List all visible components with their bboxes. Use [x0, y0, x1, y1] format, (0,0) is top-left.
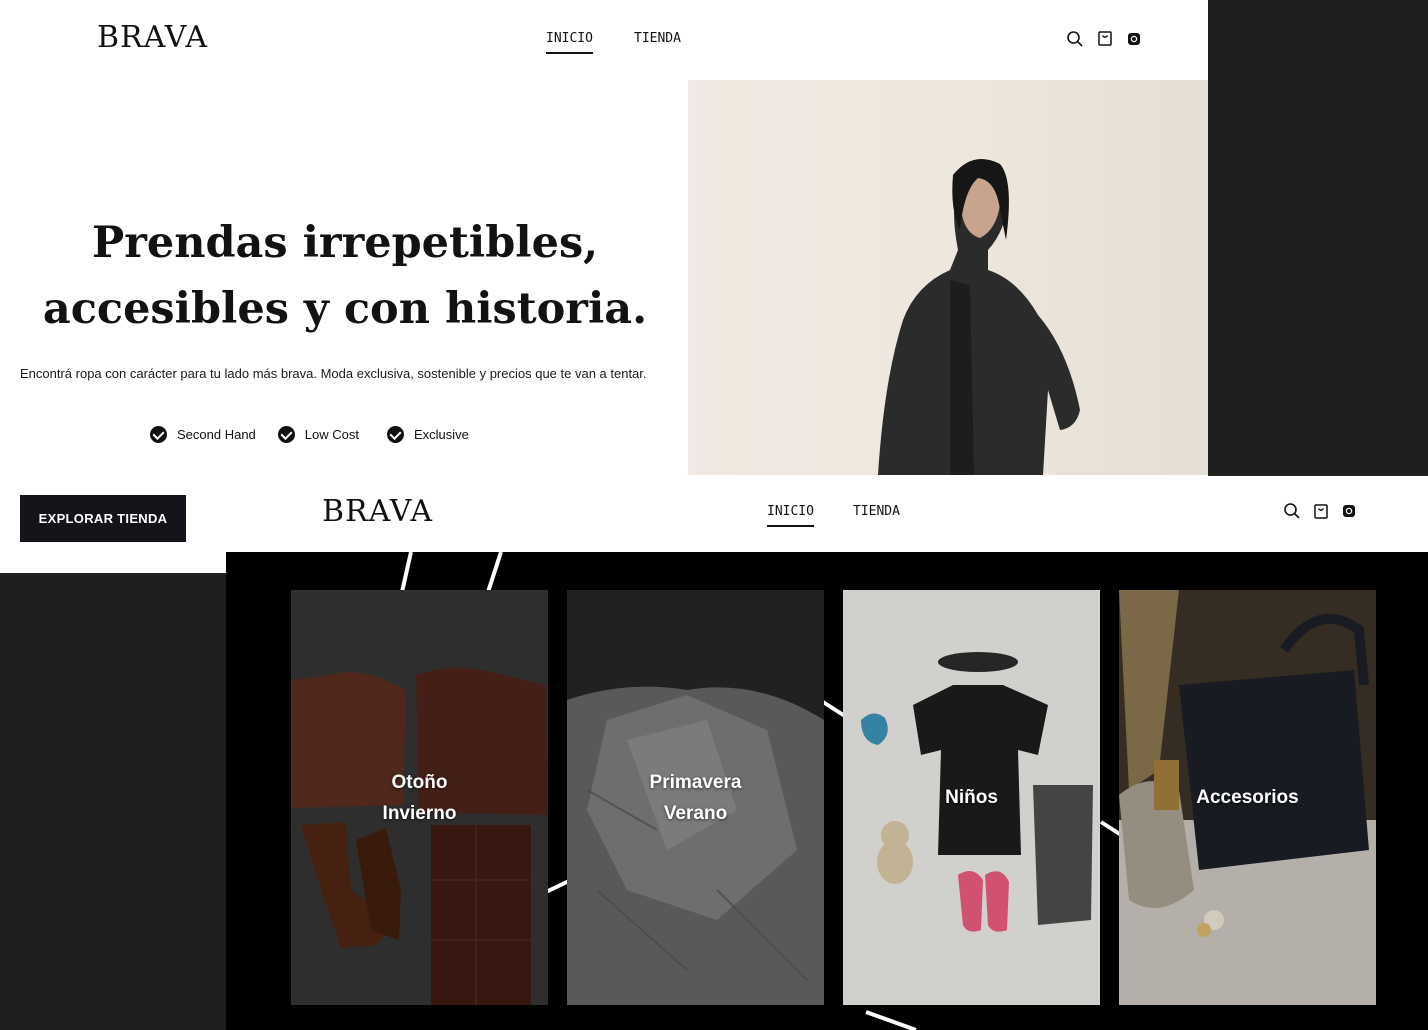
brand-logo[interactable]: BRAVA — [322, 494, 433, 529]
cart-icon[interactable] — [1096, 29, 1114, 47]
nav-tienda[interactable]: TIENDA — [634, 31, 681, 52]
check-icon — [277, 426, 295, 443]
headline-line-1: Prendas irrepetibles, — [91, 218, 599, 268]
hero-image — [688, 80, 1208, 475]
category-label: Accesorios — [1119, 782, 1376, 813]
category-card-primavera-verano[interactable]: Primavera Verano — [567, 590, 824, 1005]
hero-subtitle: Encontrá ropa con carácter para tu lado … — [20, 366, 647, 381]
category-label: Niños — [843, 782, 1100, 813]
check-icon — [150, 426, 167, 443]
check-icon — [386, 426, 404, 443]
category-label-line-2: Invierno — [382, 803, 457, 824]
category-label: Primavera Verano — [567, 767, 824, 829]
top-navbar: BRAVA INICIO TIENDA — [226, 476, 1428, 552]
explore-store-button[interactable]: EXPLORAR TIENDA — [20, 495, 186, 542]
search-icon[interactable] — [1066, 30, 1084, 48]
category-label-line-1: Primavera — [649, 772, 742, 793]
feature-second-hand: Second Hand — [150, 426, 256, 443]
category-label-line-2: Verano — [663, 803, 728, 824]
brand-logo[interactable]: BRAVA — [97, 20, 208, 55]
categories-screenshot: BRAVA INICIO TIENDA Otoño Invierno Prima… — [226, 476, 1428, 1030]
feature-label: Exclusive — [413, 427, 469, 442]
nav-inicio[interactable]: INICIO — [767, 504, 814, 527]
feature-label: Second Hand — [177, 427, 256, 442]
category-card-ninos[interactable]: Niños — [843, 590, 1100, 1005]
category-label-line-1: Niños — [945, 787, 998, 808]
instagram-icon[interactable] — [1125, 30, 1143, 48]
category-card-accesorios[interactable]: Accesorios — [1119, 590, 1376, 1005]
cart-icon[interactable] — [1312, 502, 1330, 520]
category-card-otono-invierno[interactable]: Otoño Invierno — [291, 590, 548, 1005]
hero-headline: Prendas irrepetibles, accesibles y con h… — [0, 210, 690, 342]
feature-low-cost: Low Cost — [277, 426, 359, 443]
category-label: Otoño Invierno — [291, 767, 548, 829]
nav-tienda[interactable]: TIENDA — [853, 504, 900, 525]
search-icon[interactable] — [1283, 502, 1301, 520]
category-label-line-1: Accesorios — [1196, 787, 1299, 808]
instagram-icon[interactable] — [1340, 502, 1358, 520]
feature-label: Low Cost — [304, 427, 359, 442]
feature-exclusive: Exclusive — [386, 426, 469, 443]
category-label-line-1: Otoño — [391, 772, 448, 793]
nav-inicio[interactable]: INICIO — [546, 31, 593, 54]
feature-list: Second Hand Low Cost Exclusive — [150, 426, 469, 443]
headline-line-2: accesibles y con historia. — [42, 284, 648, 334]
top-navbar: BRAVA INICIO TIENDA — [0, 0, 1208, 78]
